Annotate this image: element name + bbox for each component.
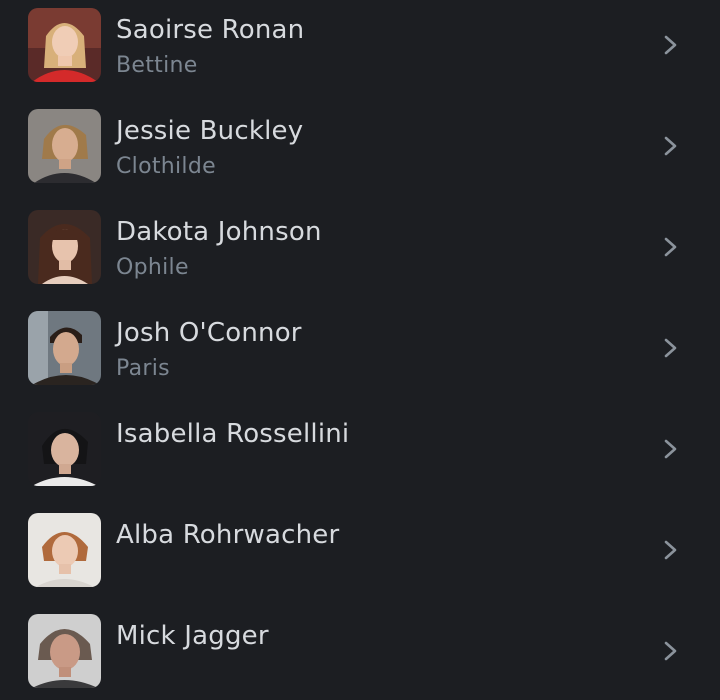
avatar-mick-jagger [28,614,101,688]
avatar-alba-rohrwacher [28,513,101,587]
avatar-josh-oconnor [28,311,101,385]
actor-name: Alba Rohrwacher [116,520,340,550]
role-name: Paris [116,356,170,381]
actor-name: Dakota Johnson [116,217,322,247]
chevron-right-icon [664,439,677,459]
cast-row-josh-oconnor[interactable]: Josh O'Connor Paris [0,303,720,404]
portrait-icon [28,109,101,183]
role-name: Clothilde [116,154,216,179]
avatar-saoirse-ronan [28,8,101,82]
role-name: Bettine [116,53,198,78]
portrait-icon [28,513,101,587]
avatar-dakota-johnson [28,210,101,284]
chevron-right-icon [664,338,677,358]
chevron-right-icon [664,136,677,156]
cast-row-dakota-johnson[interactable]: Dakota Johnson Ophile [0,202,720,303]
portrait-icon [28,8,101,82]
portrait-icon [28,412,101,486]
cast-row-jessie-buckley[interactable]: Jessie Buckley Clothilde [0,101,720,202]
actor-name: Josh O'Connor [116,318,302,348]
cast-row-mick-jagger[interactable]: Mick Jagger [0,606,720,700]
cast-row-alba-rohrwacher[interactable]: Alba Rohrwacher [0,505,720,606]
chevron-right-icon [664,237,677,257]
chevron-right-icon [664,35,677,55]
cast-row-saoirse-ronan[interactable]: Saoirse Ronan Bettine [0,0,720,101]
chevron-right-icon [664,540,677,560]
portrait-icon [28,210,101,284]
portrait-icon [28,311,101,385]
avatar-jessie-buckley [28,109,101,183]
actor-name: Mick Jagger [116,621,269,651]
portrait-icon [28,614,101,688]
chevron-right-icon [664,641,677,661]
avatar-isabella-rossellini [28,412,101,486]
actor-name: Isabella Rossellini [116,419,350,449]
cast-row-isabella-rossellini[interactable]: Isabella Rossellini [0,404,720,505]
actor-name: Jessie Buckley [116,116,304,146]
role-name: Ophile [116,255,189,280]
cast-list: Saoirse Ronan Bettine Jessie Buckley Clo… [0,0,720,700]
actor-name: Saoirse Ronan [116,15,305,45]
